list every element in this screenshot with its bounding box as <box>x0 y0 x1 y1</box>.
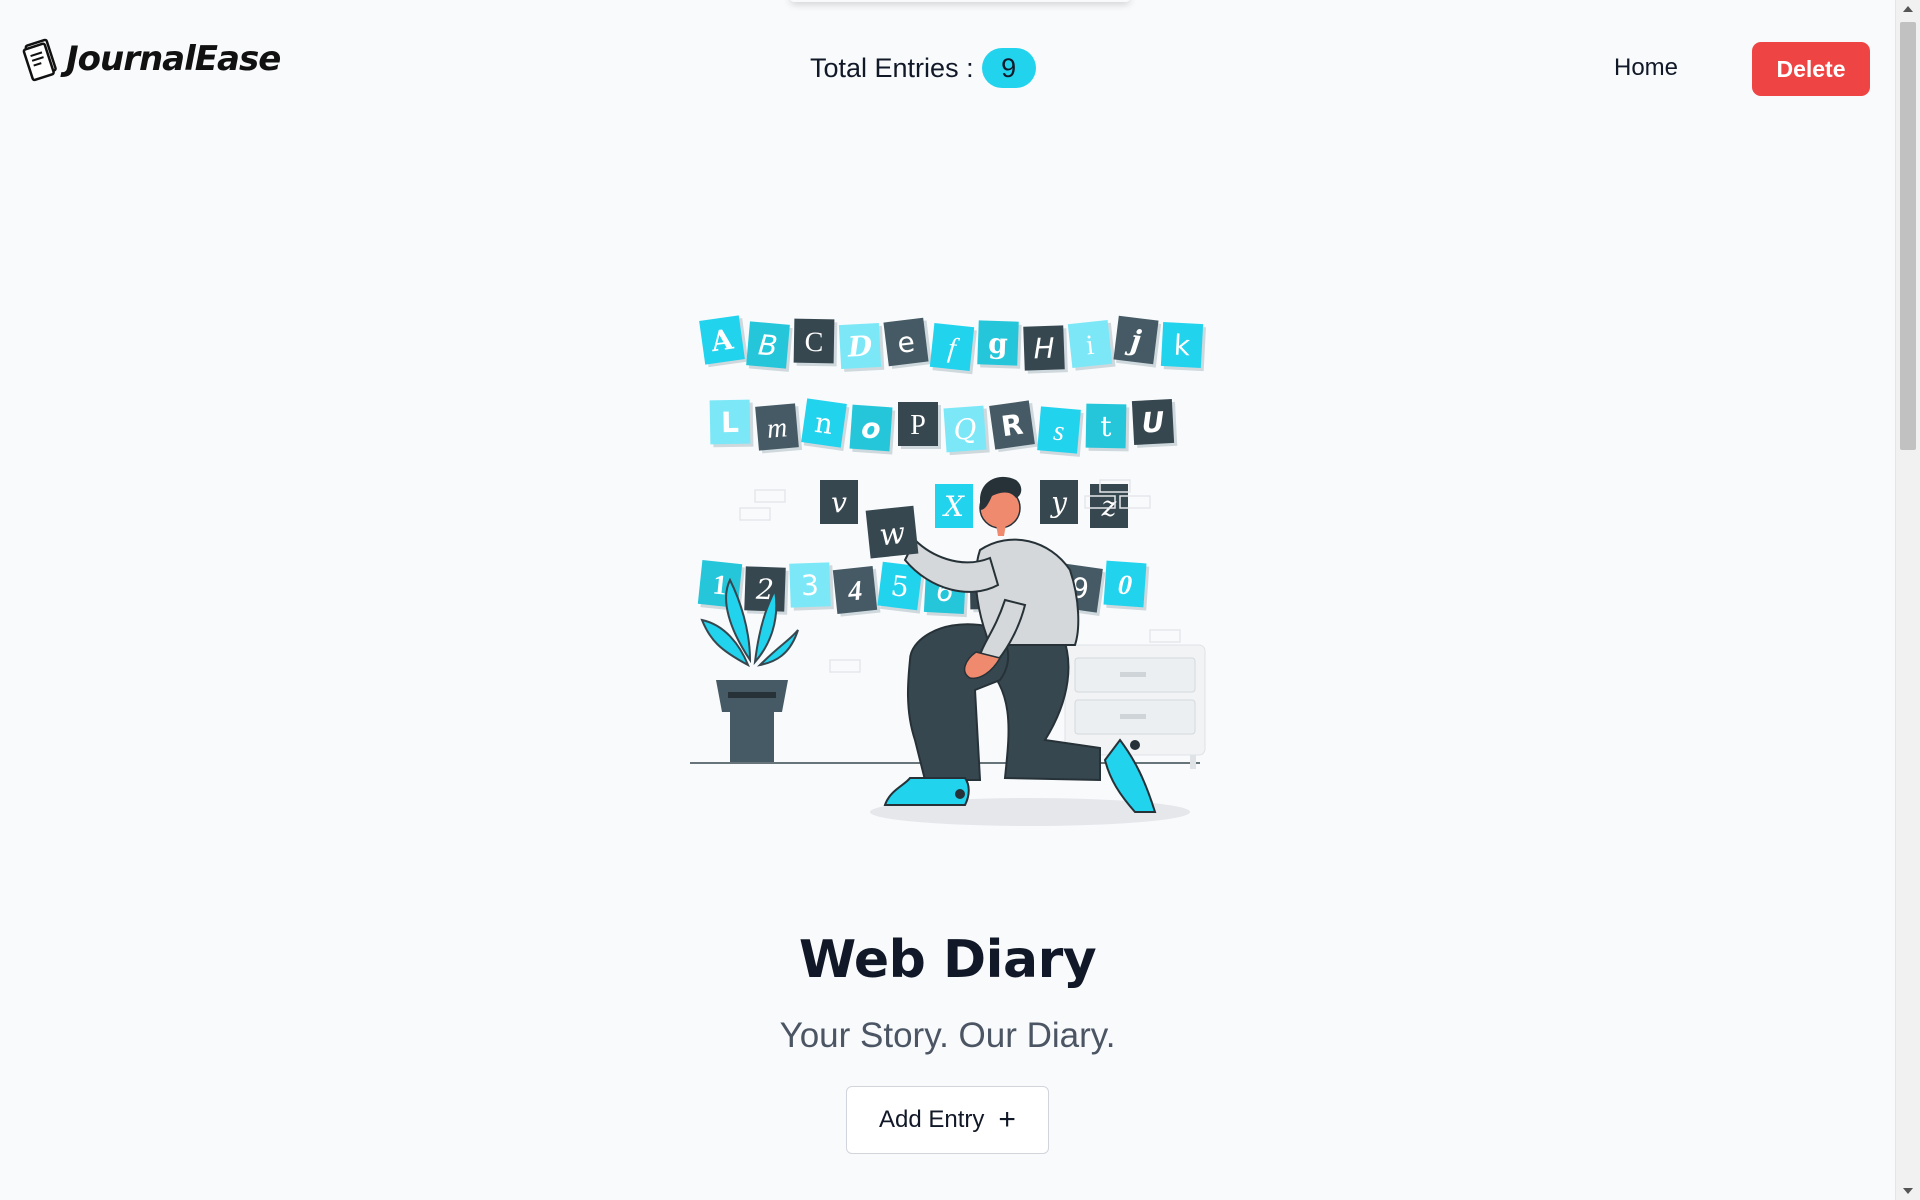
letter-tile: B <box>746 321 793 372</box>
letter-tile-text: D <box>846 329 874 363</box>
vertical-scrollbar[interactable] <box>1895 0 1920 1200</box>
letter-tile: 3 <box>789 562 834 611</box>
add-entry-label: Add Entry <box>879 1106 985 1133</box>
letter-tile-text: z <box>1101 490 1117 523</box>
letter-tile-text: k <box>1173 329 1192 363</box>
scroll-down-arrow-icon[interactable] <box>1903 1188 1913 1194</box>
letter-tile: X <box>935 484 973 528</box>
letter-tile-text: P <box>910 410 926 441</box>
total-entries: Total Entries : 9 <box>810 48 1036 88</box>
logo-text: JournalEase <box>66 39 281 79</box>
nav-home-link[interactable]: Home <box>1614 54 1678 82</box>
letter-tile: z <box>1090 484 1128 528</box>
letter-tile-text: U <box>1141 405 1166 439</box>
letter-tile-text: L <box>721 406 740 439</box>
letter-tile-text: H <box>1033 332 1055 366</box>
letter-tile: D <box>838 322 885 372</box>
letter-tile-text: 3 <box>801 569 820 603</box>
logo[interactable]: JournalEase <box>22 36 281 82</box>
letter-tile: C <box>793 318 838 367</box>
letter-tile: 4 <box>832 566 881 617</box>
journal-icon <box>22 38 57 82</box>
letter-tile: t <box>1085 403 1130 452</box>
letter-tile: f <box>929 323 977 375</box>
letter-tile: H <box>1023 325 1068 374</box>
letter-tile-text: R <box>999 408 1025 444</box>
letter-tile: j <box>1113 315 1162 368</box>
letter-tile: A <box>699 315 749 368</box>
letter-tile-text: y <box>1049 486 1068 519</box>
scroll-up-arrow-icon[interactable] <box>1903 6 1913 12</box>
letter-tile: e <box>883 317 932 369</box>
letter-tile: i <box>1067 320 1116 371</box>
letter-tile: L <box>709 399 754 448</box>
svg-text:w: w <box>878 516 908 554</box>
letter-tile-text: o <box>860 411 882 445</box>
delete-button[interactable]: Delete <box>1752 42 1870 96</box>
page: JournalEase Total Entries : 9 Home Delet… <box>0 0 1895 1200</box>
letter-tile-text: B <box>757 328 779 363</box>
letter-tile: v <box>820 480 858 524</box>
hero-subtitle: Your Story. Our Diary. <box>779 1016 1116 1055</box>
add-entry-button[interactable]: Add Entry + <box>846 1086 1049 1154</box>
letter-tile-text: C <box>804 327 823 358</box>
letter-tile: 0 <box>1103 560 1150 611</box>
letter-tile-text: t <box>1100 410 1113 443</box>
letter-tile-text: X <box>942 490 965 523</box>
top-shadow-decoration <box>790 0 1130 2</box>
letter-tile-text: g <box>988 327 1009 361</box>
man-arranging-letters-illustration: ABCDefgHijkLmnoPQRstU1234567890vXyz <box>690 315 1206 826</box>
letter-tile-text: 0 <box>1117 570 1133 602</box>
total-entries-badge: 9 <box>981 48 1036 88</box>
letter-tile: y <box>1040 480 1078 524</box>
letter-tile: R <box>989 400 1039 453</box>
letter-tile: g <box>977 320 1022 369</box>
plus-icon: + <box>998 1103 1016 1136</box>
letter-tile: P <box>898 402 941 449</box>
hero-title: Web Diary <box>798 930 1097 990</box>
letter-tile: k <box>1160 321 1206 372</box>
letter-tile: Q <box>943 405 990 456</box>
total-entries-label: Total Entries : <box>810 52 974 83</box>
letter-tile-text: Q <box>952 412 977 447</box>
letter-tile-text: m <box>766 412 789 445</box>
letter-tile: s <box>1037 406 1084 457</box>
letter-tile: U <box>1131 398 1178 448</box>
letter-tile: n <box>801 398 850 451</box>
letter-tile: m <box>755 403 803 454</box>
letter-tile: o <box>849 404 896 455</box>
scroll-thumb[interactable] <box>1900 22 1916 450</box>
letter-tile-text: v <box>831 486 847 519</box>
